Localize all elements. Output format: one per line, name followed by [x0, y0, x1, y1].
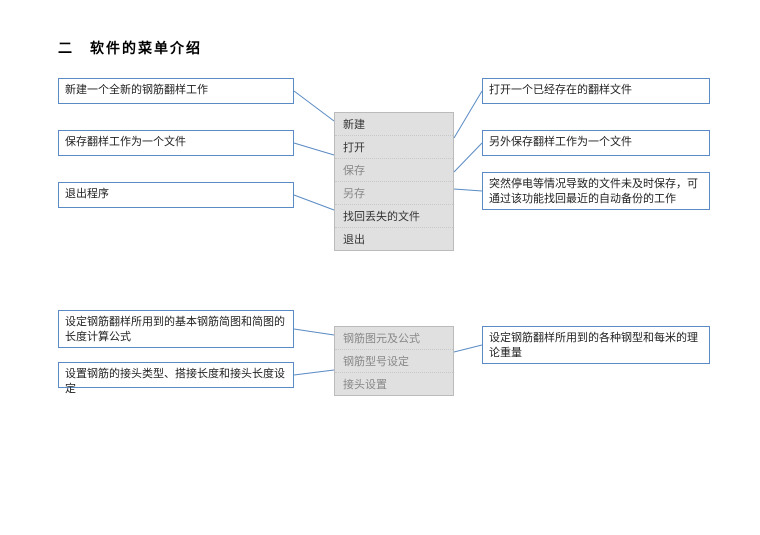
menu-item-save[interactable]: 保存 [335, 159, 453, 182]
menu-item-saveas[interactable]: 另存 [335, 182, 453, 205]
desc-recover: 突然停电等情况导致的文件未及时保存，可通过该功能找回最近的自动备份的工作 [482, 172, 710, 210]
section-title: 二 软件的菜单介绍 [58, 38, 202, 58]
menu-item-exit[interactable]: 退出 [335, 228, 453, 250]
menu-item-recover[interactable]: 找回丢失的文件 [335, 205, 453, 228]
desc-new: 新建一个全新的钢筋翻样工作 [58, 78, 294, 104]
menu-panel-file: 新建 打开 保存 另存 找回丢失的文件 退出 [334, 112, 454, 251]
desc-exit: 退出程序 [58, 182, 294, 208]
desc-save: 保存翻样工作为一个文件 [58, 130, 294, 156]
menu-item-open[interactable]: 打开 [335, 136, 453, 159]
desc-open: 打开一个已经存在的翻样文件 [482, 78, 710, 104]
menu-item-joint[interactable]: 接头设置 [335, 373, 453, 395]
menu-panel-settings: 钢筋图元及公式 钢筋型号设定 接头设置 [334, 326, 454, 396]
menu-item-model[interactable]: 钢筋型号设定 [335, 350, 453, 373]
menu-item-new[interactable]: 新建 [335, 113, 453, 136]
desc-saveas: 另外保存翻样工作为一个文件 [482, 130, 710, 156]
desc-formula: 设定钢筋翻样所用到的基本钢筋简图和简图的长度计算公式 [58, 310, 294, 348]
desc-joint: 设置钢筋的接头类型、搭接长度和接头长度设定 [58, 362, 294, 388]
menu-item-formula[interactable]: 钢筋图元及公式 [335, 327, 453, 350]
desc-model: 设定钢筋翻样所用到的各种钢型和每米的理论重量 [482, 326, 710, 364]
